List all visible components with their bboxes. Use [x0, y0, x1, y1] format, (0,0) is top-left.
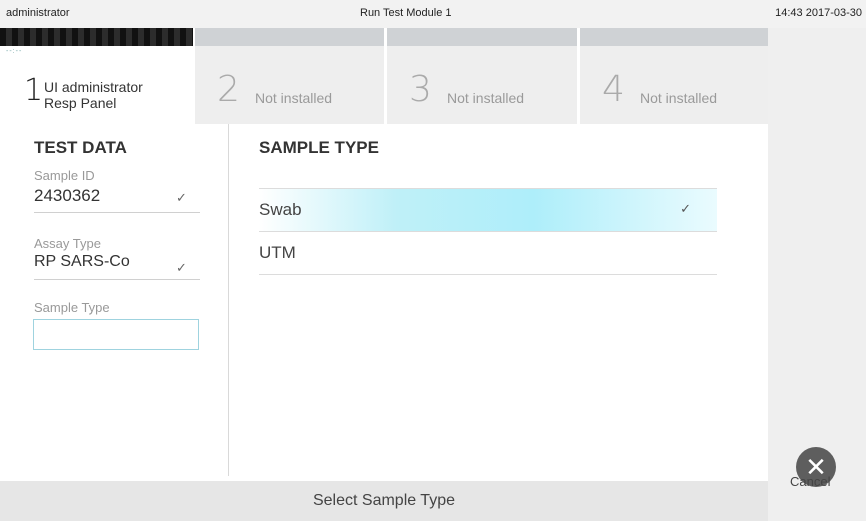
- sample-type-title: SAMPLE TYPE: [259, 138, 379, 157]
- assay-type-value[interactable]: RP SARS-Co: [34, 253, 130, 271]
- option-swab[interactable]: Swab ✓: [259, 188, 717, 231]
- instruction-text: Select Sample Type: [312, 492, 455, 509]
- test-data-panel: TEST DATA Sample ID 2430362 ✓ Assay Type…: [0, 124, 229, 476]
- tab-label: UI administrator Resp Panel: [44, 79, 143, 111]
- tab-label: Not installed: [255, 90, 333, 106]
- instruction-bar: Select Sample Type: [0, 481, 768, 521]
- sample-type-label: Sample Type: [34, 300, 110, 315]
- check-icon: ✓: [680, 201, 691, 216]
- tab-number: 4: [602, 69, 625, 110]
- current-user: administrator: [6, 7, 70, 19]
- option-label: Swab: [259, 200, 302, 219]
- sample-id-value[interactable]: 2430362: [34, 186, 100, 206]
- tab-module-4[interactable]: 4 Not installed: [580, 28, 768, 124]
- tab-number: 2: [217, 69, 240, 110]
- tab-number: 3: [409, 69, 432, 110]
- option-label: UTM: [259, 243, 296, 262]
- assay-type-check-icon: ✓: [176, 260, 187, 275]
- test-data-title: TEST DATA: [34, 138, 127, 157]
- tab-module-2[interactable]: 2 Not installed: [195, 28, 384, 124]
- module-tabs: --:-- 1 UI administrator Resp Panel 2 Not…: [0, 28, 768, 124]
- tab-module-1[interactable]: --:-- 1 UI administrator Resp Panel: [0, 28, 193, 124]
- tab-number: 1: [24, 73, 44, 108]
- tab-status-band: [0, 28, 193, 46]
- sample-id-check-icon: ✓: [176, 190, 187, 205]
- assay-type-label: Assay Type: [34, 236, 101, 251]
- status-bar: administrator Run Test Module 1 14:43 20…: [0, 0, 866, 28]
- clock: 14:43 2017-03-30: [775, 7, 862, 19]
- tab-label: Not installed: [640, 90, 718, 106]
- tab-label: Not installed: [447, 90, 525, 106]
- option-utm[interactable]: UTM: [259, 231, 717, 275]
- sample-id-label: Sample ID: [34, 168, 95, 183]
- cancel-label: Cancel: [790, 474, 831, 489]
- tab-module-3[interactable]: 3 Not installed: [387, 28, 577, 124]
- window-title: Run Test Module 1: [360, 7, 452, 19]
- sample-type-field[interactable]: [33, 319, 199, 350]
- tab-mini-status: --:--: [6, 48, 23, 55]
- sample-type-list: Swab ✓ UTM: [259, 188, 717, 275]
